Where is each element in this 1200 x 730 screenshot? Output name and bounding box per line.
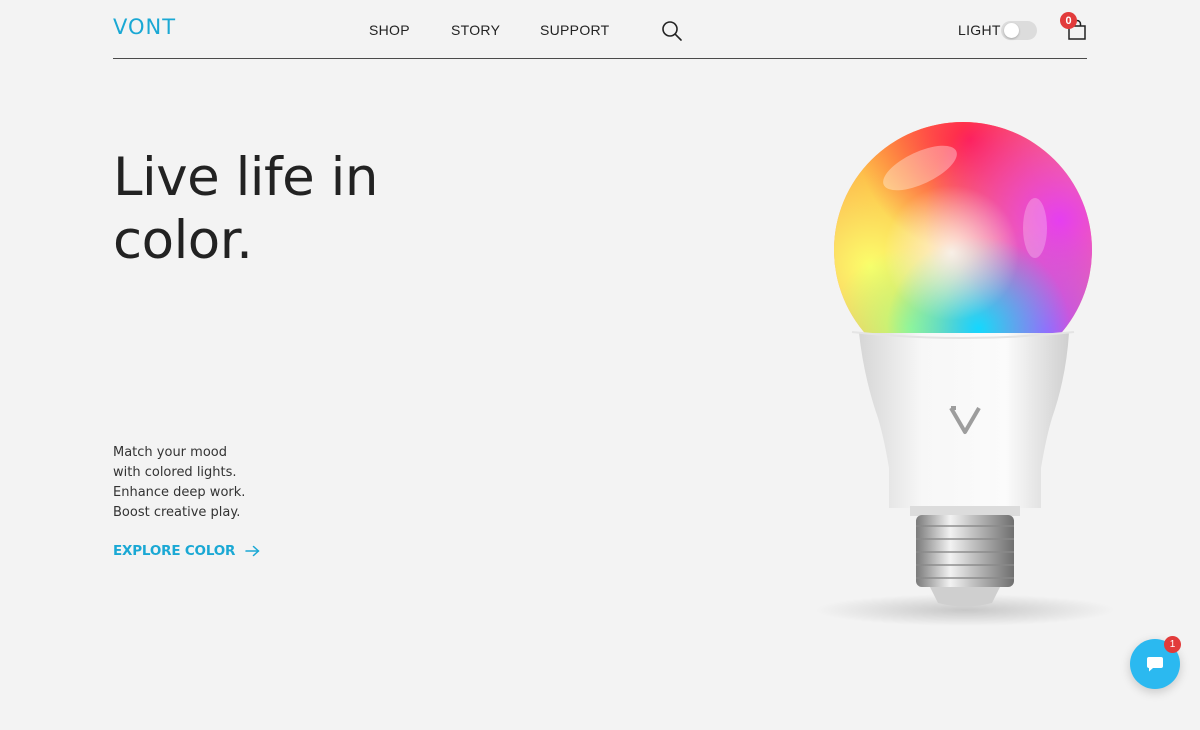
nav-story[interactable]: STORY [451, 22, 500, 38]
hero-description-line: Enhance deep work. [113, 485, 246, 500]
arrow-right-icon [245, 545, 260, 557]
chat-notification-badge: 1 [1164, 636, 1181, 653]
site-header: VONT SHOP STORY SUPPORT LIGHT 0 [113, 0, 1087, 59]
hero-description-line: Boost creative play. [113, 505, 241, 520]
cart-button[interactable]: 0 [1060, 12, 1090, 42]
chat-bubble-icon [1147, 657, 1163, 672]
hero-description-line: with colored lights. [113, 465, 237, 480]
explore-color-link[interactable]: EXPLORE COLOR [113, 543, 260, 559]
rgb-bulb-image [815, 122, 1115, 626]
cart-count-badge: 0 [1060, 12, 1077, 29]
hero-description-line: Match your mood [113, 445, 227, 460]
hero-description: Match your mood with colored lights. Enh… [113, 443, 333, 523]
nav-shop[interactable]: SHOP [369, 22, 410, 38]
hero-title: Live life in color. [113, 146, 473, 272]
nav-support[interactable]: SUPPORT [540, 22, 610, 38]
hero-title-line-2: color. [113, 210, 253, 271]
search-icon[interactable] [661, 20, 683, 42]
brand-logo[interactable]: VONT [113, 15, 176, 39]
light-mode-toggle[interactable] [1001, 21, 1037, 40]
explore-color-label: EXPLORE COLOR [113, 543, 236, 559]
light-mode-label: LIGHT [958, 22, 1001, 38]
toggle-knob [1004, 23, 1019, 38]
hero-title-line-1: Live life in [113, 147, 378, 208]
